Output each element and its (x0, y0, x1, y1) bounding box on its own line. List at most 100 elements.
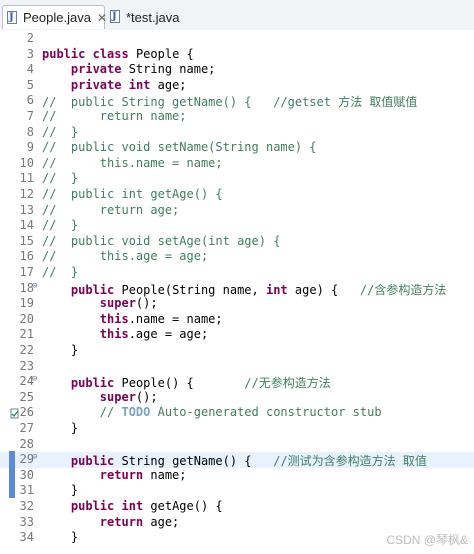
tab-label: *test.java (126, 9, 180, 25)
code-line[interactable]: 9 // public void setName(String name) { (0, 140, 474, 156)
code-line[interactable]: 20 this.name = name; (0, 312, 474, 328)
code-line[interactable]: 13 // return age; (0, 203, 474, 219)
line-number: 19 (19, 296, 34, 311)
code-line[interactable]: 22 } (0, 343, 474, 359)
line-number: 23 (19, 358, 34, 373)
code-text: super(); (99, 296, 158, 311)
code-text: } (42, 530, 79, 545)
code-text: public People(String name, int age) { //… (70, 282, 447, 297)
code-text: // this.name = name; (42, 155, 223, 170)
code-text: // public void setAge(int age) { (42, 233, 281, 248)
line-number: 11 (19, 171, 34, 186)
code-line[interactable]: 15 // public void setAge(int age) { (0, 234, 474, 250)
code-text: public int getAge() { (70, 499, 223, 513)
editor-tab-bar: J People.java ✕ J *test.java (0, 0, 474, 31)
code-text: private int age; (70, 77, 187, 92)
code-line[interactable]: 21 this.age = age; (0, 327, 474, 343)
tab-people-java[interactable]: J People.java ✕ (2, 5, 107, 29)
code-line[interactable]: 30 return name; (0, 468, 474, 484)
code-text: this.age = age; (99, 327, 209, 342)
code-text: // } (42, 124, 79, 139)
fold-toggle-icon[interactable]: ⊖ (32, 374, 37, 384)
code-text: public class People { (42, 46, 194, 61)
line-number: 8 (26, 124, 34, 139)
code-text: super(); (99, 389, 158, 404)
code-line[interactable]: 8 // } (0, 125, 474, 141)
line-number: 13 (19, 202, 34, 217)
code-text: // } (42, 171, 79, 186)
code-line[interactable]: 16 // this.age = age; (0, 249, 474, 265)
code-line[interactable]: 33 return age; (0, 515, 474, 531)
code-line[interactable]: 26 // TODO Auto-generated constructor st… (0, 405, 474, 421)
code-text: // } (42, 265, 79, 279)
line-number: 22 (19, 343, 34, 357)
code-line[interactable]: 32 public int getAge() { (0, 499, 474, 515)
line-number: 33 (19, 514, 34, 529)
line-number: 18 (19, 280, 34, 295)
line-number: 34 (19, 530, 34, 545)
tab-test-java[interactable]: J *test.java (106, 5, 196, 29)
code-line[interactable]: 27 } (0, 421, 474, 437)
line-number: 17 (19, 265, 34, 279)
code-line[interactable]: 7 // return name; (0, 109, 474, 125)
code-line[interactable]: 11 // } (0, 171, 474, 187)
code-line[interactable]: 3 public class People { (0, 47, 474, 63)
code-text: } (42, 343, 79, 357)
code-line[interactable]: 6 // public String getName() { //getset 方… (0, 93, 474, 109)
java-file-icon: J (110, 10, 122, 24)
line-number: 24 (19, 374, 34, 389)
code-line[interactable]: 4 private String name; (0, 62, 474, 78)
tab-label: People.java (23, 10, 91, 25)
line-number: 32 (19, 499, 34, 513)
code-line[interactable]: 17 // } (0, 265, 474, 281)
line-number: 21 (19, 327, 34, 342)
fold-toggle-icon[interactable]: ⊖ (32, 281, 37, 291)
line-number: 9 (26, 140, 34, 155)
line-number: 12 (19, 187, 34, 201)
code-line[interactable]: 28 (0, 437, 474, 453)
code-line[interactable]: 2 (0, 31, 474, 47)
code-text: return age; (99, 514, 180, 529)
line-number: 25 (19, 389, 34, 404)
code-text: } (42, 421, 79, 435)
code-editor[interactable]: 2 3 public class People {4 private String … (0, 30, 474, 554)
line-number: 15 (19, 233, 34, 248)
code-line[interactable]: 18 ⊖ public People(String name, int age) … (0, 281, 474, 297)
java-file-icon: J (7, 10, 19, 25)
code-line[interactable]: 14 // } (0, 218, 474, 234)
line-number: 2 (26, 31, 34, 45)
watermark: CSDN @琴枫& (386, 533, 468, 547)
code-text: // return name; (42, 109, 187, 123)
code-text: public String getName() { //测试为含参构造方法 取值 (70, 454, 427, 469)
code-line[interactable]: 29 ⊖ public String getName() { //测试为含参构造方… (0, 452, 474, 468)
line-number: 16 (19, 249, 34, 264)
task-marker-icon[interactable] (10, 405, 20, 419)
code-text: this.name = name; (99, 311, 223, 326)
code-line[interactable]: 5 private int age; (0, 78, 474, 94)
code-text: // } (42, 218, 79, 233)
line-number: 27 (19, 421, 34, 435)
code-text: // public void setName(String name) { (42, 140, 317, 155)
code-text: // this.age = age; (42, 249, 209, 264)
code-line[interactable]: 25 super(); (0, 390, 474, 406)
code-text: } (42, 483, 79, 498)
code-text: public People() { //无参构造方法 (70, 376, 331, 391)
change-marker (9, 451, 15, 498)
line-number: 10 (19, 155, 34, 170)
code-text: return name; (99, 467, 187, 482)
line-number: 4 (26, 62, 34, 77)
fold-toggle-icon[interactable]: ⊖ (32, 452, 37, 462)
line-number: 6 (26, 93, 34, 108)
line-number: 20 (19, 311, 34, 326)
code-line[interactable]: 10 // this.name = name; (0, 156, 474, 172)
code-line[interactable]: 23 (0, 359, 474, 375)
code-text: private String name; (70, 62, 216, 77)
code-line[interactable]: 19 super(); (0, 296, 474, 312)
code-line[interactable]: 24 ⊖ public People() { //无参构造方法 (0, 374, 474, 390)
line-number: 28 (19, 436, 34, 451)
line-number: 14 (19, 218, 34, 233)
line-number: 5 (26, 77, 34, 92)
line-number: 7 (26, 109, 34, 123)
code-line[interactable]: 12 // public int getAge() { (0, 187, 474, 203)
code-line[interactable]: 31 } (0, 483, 474, 499)
